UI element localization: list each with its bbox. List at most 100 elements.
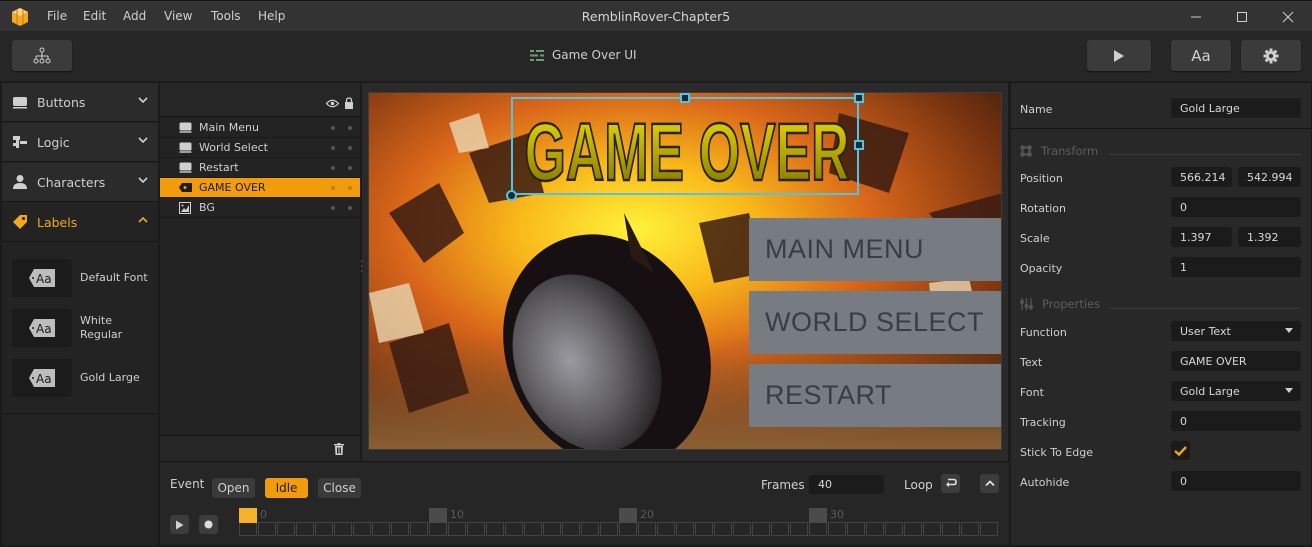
frame-marker[interactable] <box>429 508 447 523</box>
label-item-default-font[interactable]: Aa Default Font <box>12 259 152 297</box>
frame-cell[interactable] <box>562 522 580 536</box>
frame-cell[interactable] <box>904 522 922 536</box>
position-x-input[interactable]: 566.214 <box>1171 167 1232 187</box>
frame-cell[interactable] <box>695 522 713 536</box>
maximize-button[interactable] <box>1227 5 1257 29</box>
frame-cell[interactable] <box>391 522 409 536</box>
frame-marker[interactable] <box>809 508 827 523</box>
rotation-input[interactable]: 0 <box>1171 197 1301 217</box>
resize-handle-top-right[interactable] <box>854 93 864 103</box>
selection-box[interactable] <box>511 97 859 195</box>
world-select-button[interactable]: WORLD SELECT <box>749 291 1001 354</box>
name-input[interactable]: Gold Large <box>1171 98 1301 118</box>
frame-cell[interactable] <box>410 522 428 536</box>
frame-cell[interactable] <box>676 522 694 536</box>
frame-cell[interactable] <box>714 522 732 536</box>
frame-cell[interactable] <box>505 522 523 536</box>
frame-cell[interactable] <box>486 522 504 536</box>
frame-cell[interactable] <box>809 522 827 536</box>
frame-cell[interactable] <box>733 522 751 536</box>
tracking-input[interactable]: 0 <box>1171 411 1301 431</box>
resize-handle-top[interactable] <box>680 93 690 103</box>
properties-section-header[interactable]: Properties <box>1020 297 1100 311</box>
frame-cell[interactable] <box>638 522 656 536</box>
frame-cell[interactable] <box>429 522 447 536</box>
frame-cell[interactable] <box>467 522 485 536</box>
hierarchy-button[interactable] <box>12 40 72 71</box>
hierarchy-item[interactable]: World Select <box>160 138 360 158</box>
frame-cell[interactable] <box>847 522 865 536</box>
hierarchy-item[interactable]: Main Menu <box>160 118 360 138</box>
minimize-button[interactable] <box>1181 5 1211 29</box>
frame-track[interactable]: 0 10 20 30 <box>239 462 1009 546</box>
frame-cell[interactable] <box>372 522 390 536</box>
label-item-gold-large[interactable]: Aa Gold Large <box>12 359 152 397</box>
frame-cell[interactable] <box>771 522 789 536</box>
frame-cell[interactable] <box>980 522 998 536</box>
frame-cell[interactable] <box>866 522 884 536</box>
frame-cell[interactable] <box>942 522 960 536</box>
scale-x-input[interactable]: 1.397 <box>1171 227 1232 247</box>
restart-button[interactable]: RESTART <box>749 364 1001 427</box>
pivot-handle[interactable] <box>506 190 517 201</box>
category-characters[interactable]: Characters <box>2 163 158 202</box>
frame-cell[interactable] <box>923 522 941 536</box>
font-select[interactable]: Gold Large <box>1171 381 1301 401</box>
frame-cell[interactable] <box>334 522 352 536</box>
main-menu-button[interactable]: MAIN MENU <box>749 218 1001 281</box>
frame-cell[interactable] <box>961 522 979 536</box>
frame-marker[interactable] <box>619 508 637 523</box>
frame-cell[interactable] <box>353 522 371 536</box>
lock-toggle[interactable] <box>348 126 352 130</box>
visibility-toggle[interactable] <box>331 186 335 190</box>
lock-toggle[interactable] <box>348 146 352 150</box>
hierarchy-item[interactable]: GAME OVER <box>160 178 360 198</box>
category-logic[interactable]: Logic <box>2 123 158 162</box>
visibility-eye-icon[interactable] <box>326 99 339 108</box>
scale-y-input[interactable]: 1.392 <box>1238 227 1301 247</box>
scene-canvas[interactable]: GAME OVER MAIN MENU WORLD SELECT RESTART <box>368 92 1002 450</box>
frame-cell[interactable] <box>581 522 599 536</box>
play-button[interactable] <box>1087 40 1151 71</box>
hierarchy-item[interactable]: BG <box>160 198 360 218</box>
frame-cell[interactable] <box>524 522 542 536</box>
lock-toggle[interactable] <box>348 166 352 170</box>
close-button[interactable] <box>1273 5 1303 29</box>
visibility-toggle[interactable] <box>331 206 335 210</box>
frame-cell[interactable] <box>885 522 903 536</box>
frame-cell[interactable] <box>296 522 314 536</box>
lock-icon[interactable] <box>344 97 354 109</box>
category-buttons[interactable]: Buttons <box>2 83 158 122</box>
frame-cell[interactable] <box>828 522 846 536</box>
hierarchy-item[interactable]: Restart <box>160 158 360 178</box>
function-select[interactable]: User Text <box>1171 321 1301 341</box>
playhead-marker[interactable] <box>239 508 257 523</box>
settings-button[interactable] <box>1241 40 1301 71</box>
stick-to-edge-checkbox[interactable] <box>1171 441 1190 460</box>
label-item-white-regular[interactable]: Aa White Regular <box>12 309 152 347</box>
transform-section-header[interactable]: Transform <box>1020 144 1098 158</box>
frame-cell[interactable] <box>543 522 561 536</box>
frame-cell[interactable] <box>790 522 808 536</box>
category-labels[interactable]: Labels <box>2 203 158 242</box>
lock-toggle[interactable] <box>348 206 352 210</box>
opacity-input[interactable]: 1 <box>1171 257 1301 277</box>
lock-toggle[interactable] <box>348 186 352 190</box>
resize-handle-right[interactable] <box>854 140 864 150</box>
frame-cell[interactable] <box>315 522 333 536</box>
font-button[interactable]: Aa <box>1171 40 1231 71</box>
timeline-play-button[interactable] <box>170 515 189 534</box>
frame-cell[interactable] <box>752 522 770 536</box>
text-input[interactable]: GAME OVER <box>1171 351 1301 371</box>
autohide-input[interactable]: 0 <box>1171 471 1301 491</box>
visibility-toggle[interactable] <box>331 146 335 150</box>
frame-cell[interactable] <box>239 522 257 536</box>
frame-cell[interactable] <box>600 522 618 536</box>
position-y-input[interactable]: 542.994 <box>1238 167 1301 187</box>
frame-cell[interactable] <box>448 522 466 536</box>
timeline-record-button[interactable] <box>199 515 218 534</box>
frame-cell[interactable] <box>657 522 675 536</box>
visibility-toggle[interactable] <box>331 166 335 170</box>
trash-icon[interactable] <box>334 443 344 455</box>
frame-cell[interactable] <box>277 522 295 536</box>
